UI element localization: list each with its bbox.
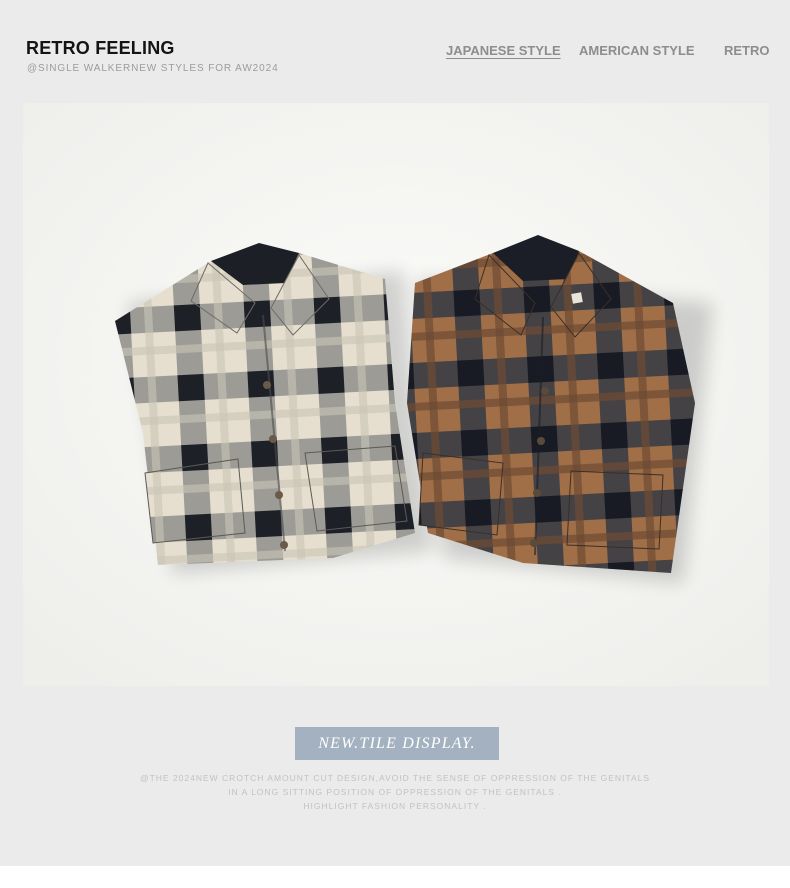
description-line-3: HIGHLIGHT FASHION PERSONALITY .	[303, 801, 487, 811]
nav-japanese-style[interactable]: JAPANESE STYLE	[446, 43, 561, 58]
hero-product-image	[23, 103, 769, 686]
new-tile-display-badge: NEW.TILE DISPLAY.	[295, 727, 499, 760]
page-bottom-strip	[0, 866, 790, 888]
nav-american-style[interactable]: AMERICAN STYLE	[579, 43, 695, 58]
description-line-1: @THE 2024NEW CROTCH AMOUNT CUT DESIGN,AV…	[139, 773, 651, 783]
nav-retro[interactable]: RETRO	[724, 43, 770, 58]
description-line-2: IN A LONG SITTING POSITION OF OPPRESSION…	[228, 787, 562, 797]
brand-title: RETRO FEELING	[26, 38, 175, 58]
brand-subtitle: @SINGLE WALKERNEW STYLES FOR AW2024	[27, 63, 279, 74]
